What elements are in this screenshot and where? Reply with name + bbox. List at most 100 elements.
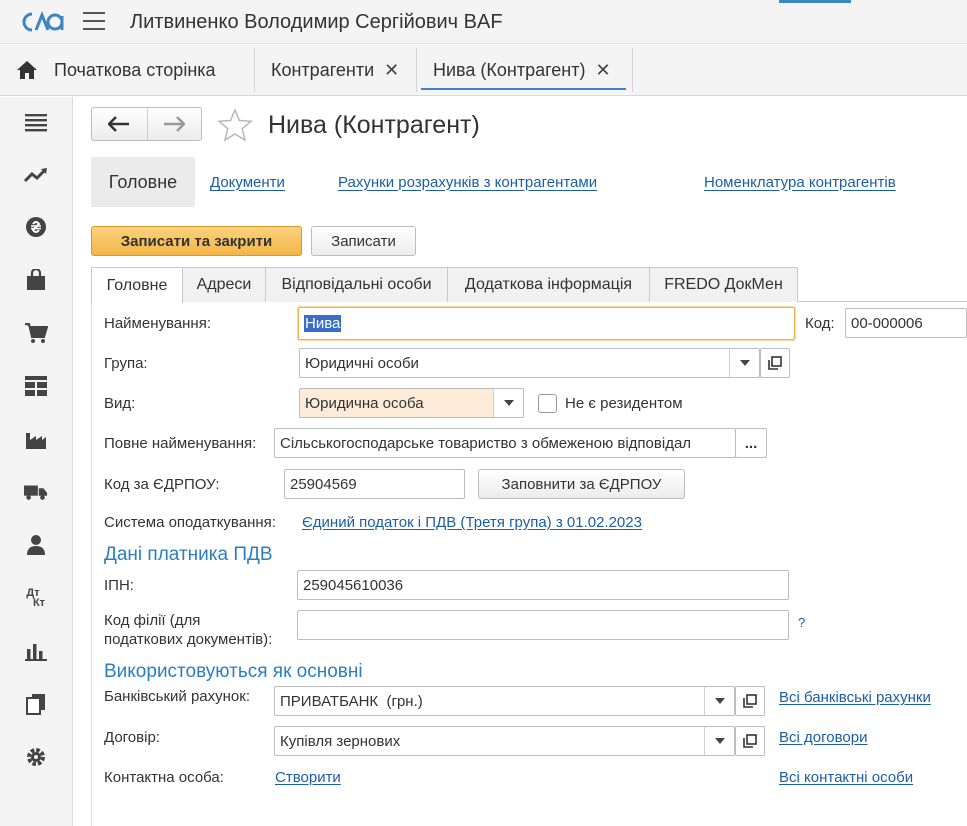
tab-contractors[interactable]: Контрагенти ✕: [257, 48, 417, 92]
non-resident-label: Не є резидентом: [565, 395, 683, 412]
section-nomenclature[interactable]: Номенклатура контрагентів: [704, 157, 896, 207]
name-input[interactable]: Нива: [298, 307, 795, 340]
top-bar: Литвиненко Володимир Сергійович BAF: [0, 0, 967, 44]
tab-current-form-label: Нива (Контрагент): [433, 59, 586, 80]
code-input[interactable]: 00-000006: [845, 308, 967, 338]
all-contact-persons-link[interactable]: Всі контактні особи: [779, 769, 913, 786]
close-icon[interactable]: ✕: [595, 60, 610, 81]
section-main[interactable]: Головне: [91, 157, 195, 207]
bank-account-label: Банківський рахунок:: [104, 688, 251, 705]
section-documents[interactable]: Документи: [210, 157, 285, 207]
ipn-input[interactable]: 259045610036: [297, 570, 789, 600]
all-bank-accounts-link[interactable]: Всі банківські рахунки: [779, 689, 931, 706]
debit-credit-icon[interactable]: Дт Кт: [24, 586, 48, 610]
tab-addresses[interactable]: Адреси: [182, 267, 266, 302]
chevron-down-icon: [739, 360, 750, 366]
bank-account-value: ПРИВАТБАНК (грн.): [280, 692, 423, 710]
sidebar: Дт Кт: [0, 97, 73, 826]
branch-code-input[interactable]: [297, 610, 789, 640]
credit-label: Кт: [32, 597, 46, 609]
form-area: Нива (Контрагент) Головне Документи Раху…: [74, 97, 967, 826]
contact-person-label: Контактна особа:: [104, 769, 224, 786]
kind-value: Юридична особа: [305, 394, 424, 412]
contract-label: Договір:: [104, 729, 160, 746]
currency-icon[interactable]: [24, 215, 48, 239]
chart-trend-icon[interactable]: [24, 163, 48, 187]
save-button[interactable]: Записати: [311, 226, 416, 256]
tab-current-form[interactable]: Нива (Контрагент) ✕: [419, 48, 633, 92]
favorite-star-icon[interactable]: [217, 108, 253, 142]
accent-line: [779, 0, 851, 3]
tab-contractors-label: Контрагенти: [271, 59, 375, 80]
bag-icon[interactable]: [24, 268, 48, 292]
full-name-label: Повне найменування:: [104, 435, 257, 452]
tax-system-label: Система оподаткування:: [104, 514, 276, 531]
cart-icon[interactable]: [24, 321, 48, 345]
app-logo-icon[interactable]: [22, 10, 64, 34]
arrow-left-icon: [108, 116, 130, 132]
truck-icon[interactable]: [24, 480, 48, 504]
bank-account-dropdown-button[interactable]: [704, 687, 734, 715]
bar-chart-icon[interactable]: [24, 639, 48, 663]
app-title: Литвиненко Володимир Сергійович BAF: [130, 11, 503, 33]
all-contracts-link[interactable]: Всі договори: [779, 729, 867, 746]
name-label: Найменування:: [104, 315, 211, 332]
defaults-heading: Використовуються як основні: [104, 661, 363, 682]
kind-select[interactable]: Юридична особа: [299, 388, 524, 418]
contract-dropdown-button[interactable]: [704, 727, 734, 755]
chevron-down-icon: [503, 400, 514, 406]
tab-additional-info[interactable]: Додаткова інформація: [447, 267, 650, 302]
kind-label: Вид:: [104, 395, 136, 412]
fill-by-edrpou-button[interactable]: Заповнити за ЄДРПОУ: [478, 469, 685, 499]
form-title: Нива (Контрагент): [268, 111, 480, 139]
full-name-value: Сільськогосподарське товариство з обмеже…: [280, 434, 692, 452]
documents-icon[interactable]: [24, 692, 48, 716]
bank-account-select[interactable]: ПРИВАТБАНК (грн.): [274, 686, 735, 716]
full-name-input[interactable]: Сільськогосподарське товариство з обмеже…: [274, 428, 736, 458]
tab-fredo-dokmen[interactable]: FREDO ДокМен: [649, 267, 798, 302]
full-name-more-button[interactable]: ...: [735, 428, 767, 458]
tab-home[interactable]: Початкова сторінка: [0, 48, 255, 92]
open-windows-bar: Початкова сторінка Контрагенти ✕ Нива (К…: [0, 44, 967, 96]
close-icon[interactable]: ✕: [384, 60, 399, 81]
open-window-icon: [768, 356, 782, 370]
navigation-buttons: [91, 107, 202, 141]
name-value: Нива: [304, 315, 342, 332]
grid-icon[interactable]: [24, 374, 48, 398]
panel-border: [91, 301, 92, 826]
active-tab-underline: [421, 88, 626, 90]
group-select[interactable]: Юридичні особи: [299, 348, 760, 378]
menu-icon[interactable]: [24, 111, 48, 135]
main-menu-icon[interactable]: [83, 12, 105, 32]
help-icon[interactable]: ?: [798, 615, 805, 630]
edrpou-label: Код за ЄДРПОУ:: [104, 476, 220, 493]
group-dropdown-button[interactable]: [729, 349, 759, 377]
forward-button[interactable]: [146, 108, 202, 140]
contract-value: Купівля зернових: [280, 732, 401, 750]
create-contact-link[interactable]: Створити: [275, 769, 341, 786]
ipn-label: ІПН:: [104, 577, 134, 594]
tab-home-label: Початкова сторінка: [54, 59, 216, 80]
save-and-close-button[interactable]: Записати та закрити: [91, 226, 302, 256]
contract-open-button[interactable]: [735, 726, 765, 756]
branch-code-label-line2: податкових документів):: [104, 631, 273, 648]
chevron-down-icon: [714, 738, 725, 744]
edrpou-input[interactable]: 25904569: [284, 469, 465, 499]
group-open-button[interactable]: [760, 348, 790, 378]
person-icon[interactable]: [24, 533, 48, 557]
factory-icon[interactable]: [24, 427, 48, 451]
non-resident-checkbox[interactable]: [538, 394, 557, 413]
back-button[interactable]: [92, 108, 147, 140]
tab-main[interactable]: Головне: [91, 267, 183, 303]
tab-responsible-persons[interactable]: Відповідальні особи: [265, 267, 448, 302]
kind-dropdown-button[interactable]: [493, 389, 523, 417]
gear-icon[interactable]: [24, 745, 48, 769]
code-label: Код:: [805, 315, 835, 332]
section-settlement-accounts[interactable]: Рахунки розрахунків з контрагентами: [338, 157, 597, 207]
home-icon: [17, 61, 37, 79]
tax-system-link[interactable]: Єдиний податок і ПДВ (Третя група) з 01.…: [302, 514, 642, 531]
bank-account-open-button[interactable]: [735, 686, 765, 716]
group-value: Юридичні особи: [305, 354, 419, 372]
open-window-icon: [743, 734, 757, 748]
contract-select[interactable]: Купівля зернових: [274, 726, 735, 756]
